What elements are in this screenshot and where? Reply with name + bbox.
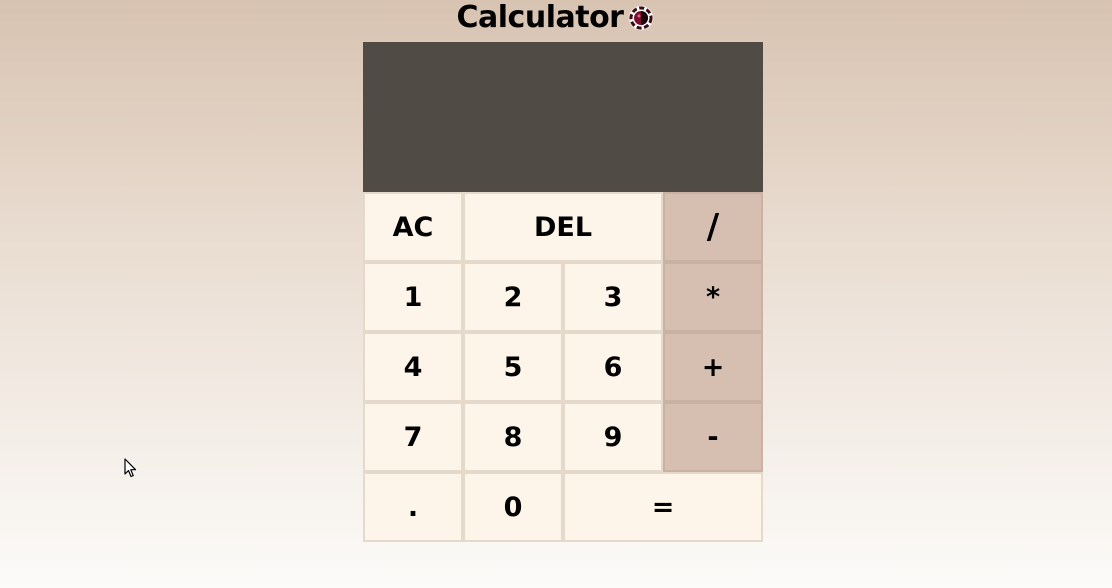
digit-7-button[interactable]: 7 bbox=[363, 402, 463, 472]
page-title: Calculator bbox=[456, 0, 624, 35]
output-display bbox=[363, 42, 763, 192]
digit-9-button[interactable]: 9 bbox=[563, 402, 663, 472]
digit-5-button[interactable]: 5 bbox=[463, 332, 563, 402]
all-clear-button[interactable]: AC bbox=[363, 192, 463, 262]
delete-button[interactable]: DEL bbox=[463, 192, 663, 262]
equals-button[interactable]: = bbox=[563, 472, 763, 542]
digit-4-button[interactable]: 4 bbox=[363, 332, 463, 402]
add-button[interactable]: + bbox=[663, 332, 763, 402]
mouse-pointer-icon bbox=[124, 458, 138, 478]
divide-button[interactable]: / bbox=[663, 192, 763, 262]
digit-8-button[interactable]: 8 bbox=[463, 402, 563, 472]
digit-2-button[interactable]: 2 bbox=[463, 262, 563, 332]
digit-1-button[interactable]: 1 bbox=[363, 262, 463, 332]
decimal-button[interactable]: . bbox=[363, 472, 463, 542]
subtract-button[interactable]: - bbox=[663, 402, 763, 472]
digit-3-button[interactable]: 3 bbox=[563, 262, 663, 332]
keypad: AC DEL / 1 2 3 * 4 5 6 + 7 8 9 - . 0 = bbox=[363, 192, 763, 542]
header: Calculator bbox=[0, 0, 1112, 36]
digit-6-button[interactable]: 6 bbox=[563, 332, 663, 402]
calculator: AC DEL / 1 2 3 * 4 5 6 + 7 8 9 - . 0 = bbox=[363, 42, 763, 542]
digit-0-button[interactable]: 0 bbox=[463, 472, 563, 542]
calculator-logo-icon bbox=[627, 4, 655, 32]
multiply-button[interactable]: * bbox=[663, 262, 763, 332]
